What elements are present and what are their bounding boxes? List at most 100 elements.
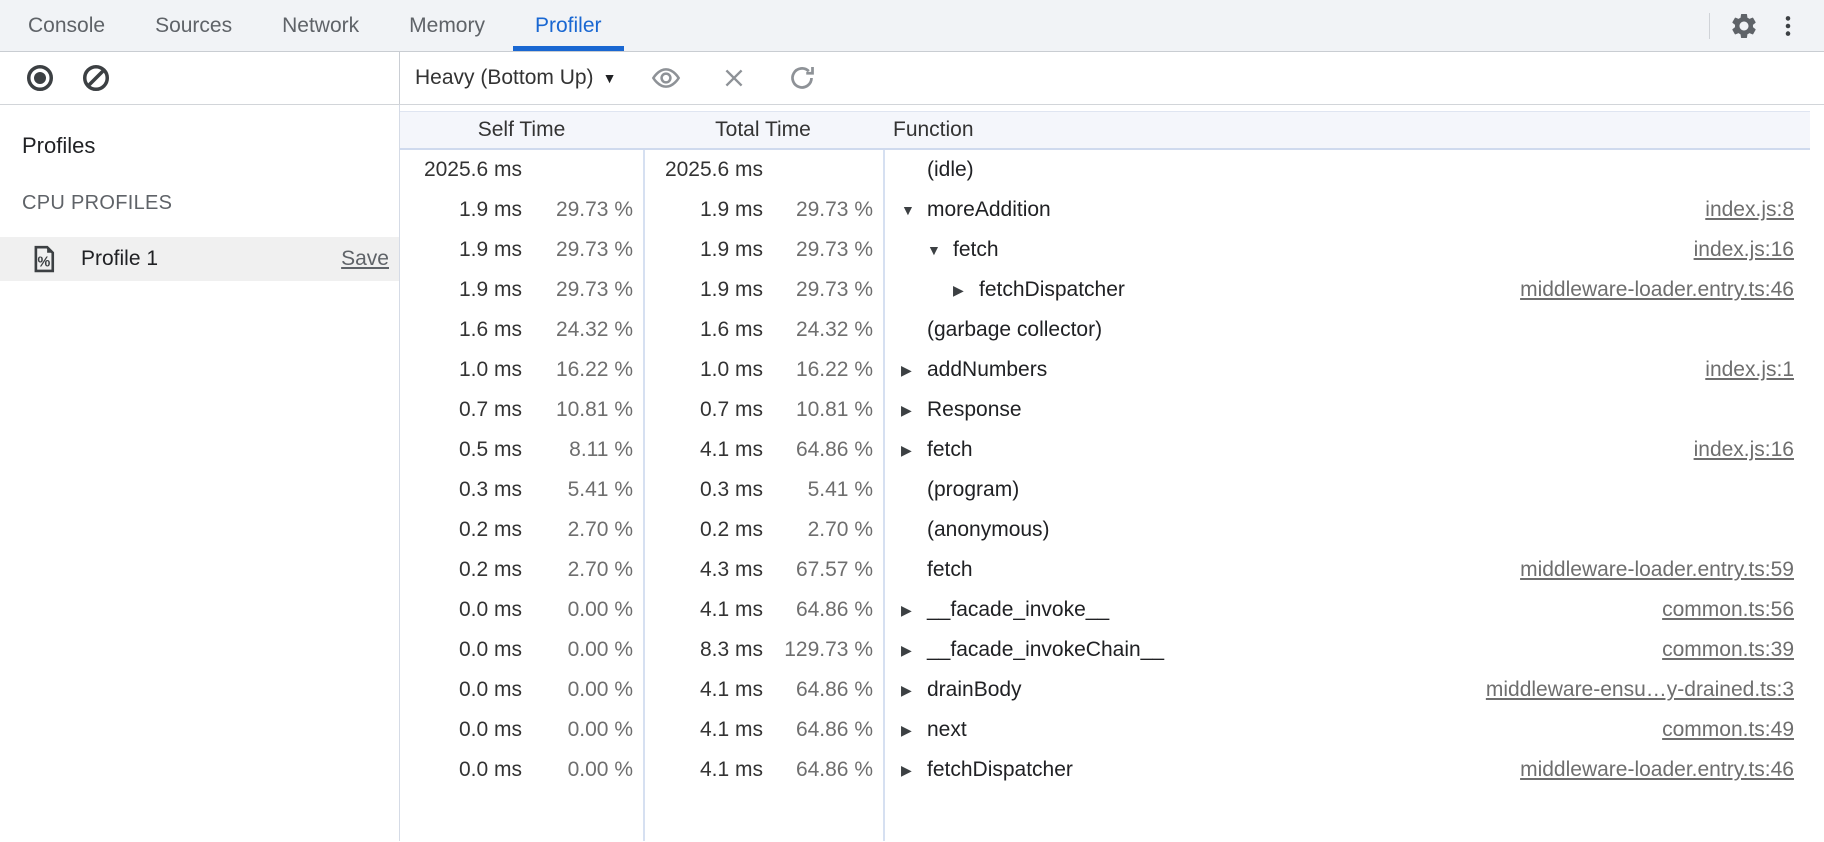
tab-memory[interactable]: Memory: [387, 0, 507, 51]
total-time-pct: 24.32 %: [763, 318, 873, 342]
tree-collapsed-icon[interactable]: ▶: [901, 602, 927, 619]
tree-expanded-icon[interactable]: ▼: [927, 242, 953, 258]
record-icon[interactable]: [18, 56, 62, 100]
self-time-pct: 0.00 %: [522, 598, 633, 622]
function-name: (idle): [927, 158, 974, 182]
tree-collapsed-icon[interactable]: ▶: [901, 362, 927, 379]
total-time-pct: 29.73 %: [763, 278, 873, 302]
total-time-ms: 0.2 ms: [643, 518, 763, 542]
table-row[interactable]: 1.9 ms29.73 %1.9 ms29.73 %▶fetchDispatch…: [400, 270, 1810, 310]
source-location-link[interactable]: index.js:16: [1674, 438, 1810, 462]
total-time-pct: 2.70 %: [763, 518, 873, 542]
source-location-link[interactable]: common.ts:49: [1642, 718, 1810, 742]
view-mode-select[interactable]: Heavy (Bottom Up) ▼: [415, 66, 616, 90]
table-row[interactable]: 0.0 ms0.00 %4.1 ms64.86 %▶fetchDispatche…: [400, 750, 1810, 790]
tab-label: Profiler: [535, 14, 602, 38]
table-row[interactable]: 1.9 ms29.73 %1.9 ms29.73 %▼fetchindex.js…: [400, 230, 1810, 270]
column-header-total-time[interactable]: Total Time: [643, 118, 883, 142]
table-row[interactable]: 0.0 ms0.00 %8.3 ms129.73 %▶__facade_invo…: [400, 630, 1810, 670]
self-time-ms: 0.0 ms: [400, 758, 522, 782]
tree-collapsed-icon[interactable]: ▶: [953, 282, 979, 299]
table-row[interactable]: 0.7 ms10.81 %0.7 ms10.81 %▶Response: [400, 390, 1810, 430]
total-time-ms: 4.1 ms: [643, 438, 763, 462]
function-name: (garbage collector): [927, 318, 1102, 342]
tab-sources[interactable]: Sources: [133, 0, 254, 51]
profile-data-grid: Self Time Total Time Function 2025.6 ms2…: [400, 105, 1824, 841]
total-time-ms: 0.3 ms: [643, 478, 763, 502]
table-row[interactable]: 0.5 ms8.11 %4.1 ms64.86 %▶fetchindex.js:…: [400, 430, 1810, 470]
kebab-menu-icon[interactable]: [1766, 4, 1810, 48]
tree-collapsed-icon[interactable]: ▶: [901, 402, 927, 419]
exclude-x-icon[interactable]: [712, 56, 756, 100]
function-cell: (anonymous): [901, 518, 1810, 542]
self-time-pct: 2.70 %: [522, 558, 633, 582]
function-cell: ▶addNumbersindex.js:1: [901, 358, 1810, 382]
table-row[interactable]: 0.0 ms0.00 %4.1 ms64.86 %▶drainBodymiddl…: [400, 670, 1810, 710]
total-time-ms: 1.9 ms: [643, 198, 763, 222]
total-time-ms: 2025.6 ms: [643, 158, 763, 182]
total-time-pct: 16.22 %: [763, 358, 873, 382]
total-time-pct: 64.86 %: [763, 678, 873, 702]
table-row[interactable]: 0.3 ms5.41 %0.3 ms5.41 %(program): [400, 470, 1810, 510]
total-time-ms: 8.3 ms: [643, 638, 763, 662]
tree-collapsed-icon[interactable]: ▶: [901, 762, 927, 779]
self-time-pct: 0.00 %: [522, 678, 633, 702]
function-name: (anonymous): [927, 518, 1050, 542]
self-time-ms: 0.0 ms: [400, 718, 522, 742]
function-name: fetch: [953, 238, 999, 262]
tree-collapsed-icon[interactable]: ▶: [901, 442, 927, 459]
table-row[interactable]: 0.0 ms0.00 %4.1 ms64.86 %▶nextcommon.ts:…: [400, 710, 1810, 750]
source-location-link[interactable]: middleware-loader.entry.ts:46: [1500, 758, 1810, 782]
save-link[interactable]: Save: [341, 247, 389, 271]
total-time-pct: 129.73 %: [763, 638, 873, 662]
profile-name: Profile 1: [81, 247, 158, 271]
table-row[interactable]: 2025.6 ms 2025.6 ms (idle): [400, 150, 1810, 190]
self-time-pct: 0.00 %: [522, 638, 633, 662]
table-row[interactable]: 1.0 ms16.22 %1.0 ms16.22 %▶addNumbersind…: [400, 350, 1810, 390]
table-row[interactable]: 0.0 ms0.00 %4.1 ms64.86 %▶__facade_invok…: [400, 590, 1810, 630]
column-header-function[interactable]: Function: [883, 118, 1810, 142]
table-row[interactable]: 1.6 ms24.32 %1.6 ms24.32 %(garbage colle…: [400, 310, 1810, 350]
tab-console[interactable]: Console: [6, 0, 127, 51]
self-time-ms: 1.6 ms: [400, 318, 522, 342]
source-location-link[interactable]: middleware-ensu…y-drained.ts:3: [1466, 678, 1810, 702]
total-time-ms: 1.9 ms: [643, 278, 763, 302]
tree-collapsed-icon[interactable]: ▶: [901, 642, 927, 659]
column-header-self-time[interactable]: Self Time: [400, 118, 643, 142]
source-location-link[interactable]: index.js:16: [1674, 238, 1810, 262]
function-name: Response: [927, 398, 1022, 422]
tab-label: Console: [28, 14, 105, 38]
sidebar-item-profile-1[interactable]: % Profile 1 Save: [0, 237, 399, 281]
clear-icon[interactable]: [74, 56, 118, 100]
tab-label: Memory: [409, 14, 485, 38]
tab-network[interactable]: Network: [260, 0, 381, 51]
source-location-link[interactable]: middleware-loader.entry.ts:59: [1500, 558, 1810, 582]
focus-eye-icon[interactable]: [644, 56, 688, 100]
source-location-link[interactable]: index.js:8: [1685, 198, 1810, 222]
table-row[interactable]: 0.2 ms2.70 %0.2 ms2.70 %(anonymous): [400, 510, 1810, 550]
total-time-pct: 64.86 %: [763, 718, 873, 742]
function-cell: ▼fetch index.js:16: [901, 238, 1810, 262]
function-name: __facade_invokeChain__: [927, 638, 1164, 662]
total-time-ms: 4.1 ms: [643, 718, 763, 742]
source-location-link[interactable]: common.ts:56: [1642, 598, 1810, 622]
table-row[interactable]: 1.9 ms29.73 %1.9 ms29.73 %▼moreAdditioni…: [400, 190, 1810, 230]
source-location-link[interactable]: middleware-loader.entry.ts:46: [1500, 278, 1810, 302]
self-time-pct: 2.70 %: [522, 518, 633, 542]
tab-profiler[interactable]: Profiler: [513, 0, 624, 51]
function-cell: (program): [901, 478, 1810, 502]
function-cell: ▶fetchindex.js:16: [901, 438, 1810, 462]
settings-gear-icon[interactable]: [1722, 4, 1766, 48]
self-time-pct: 5.41 %: [522, 478, 633, 502]
source-location-link[interactable]: common.ts:39: [1642, 638, 1810, 662]
tree-expanded-icon[interactable]: ▼: [901, 202, 927, 218]
source-location-link[interactable]: index.js:1: [1685, 358, 1810, 382]
self-time-ms: 2025.6 ms: [400, 158, 522, 182]
self-time-ms: 1.9 ms: [400, 278, 522, 302]
table-row[interactable]: 0.2 ms2.70 %4.3 ms67.57 %fetchmiddleware…: [400, 550, 1810, 590]
tree-collapsed-icon[interactable]: ▶: [901, 722, 927, 739]
tree-collapsed-icon[interactable]: ▶: [901, 682, 927, 699]
devtools-tab-bar: Console Sources Network Memory Profiler: [0, 0, 1824, 52]
reload-icon[interactable]: [780, 56, 824, 100]
function-name: next: [927, 718, 967, 742]
